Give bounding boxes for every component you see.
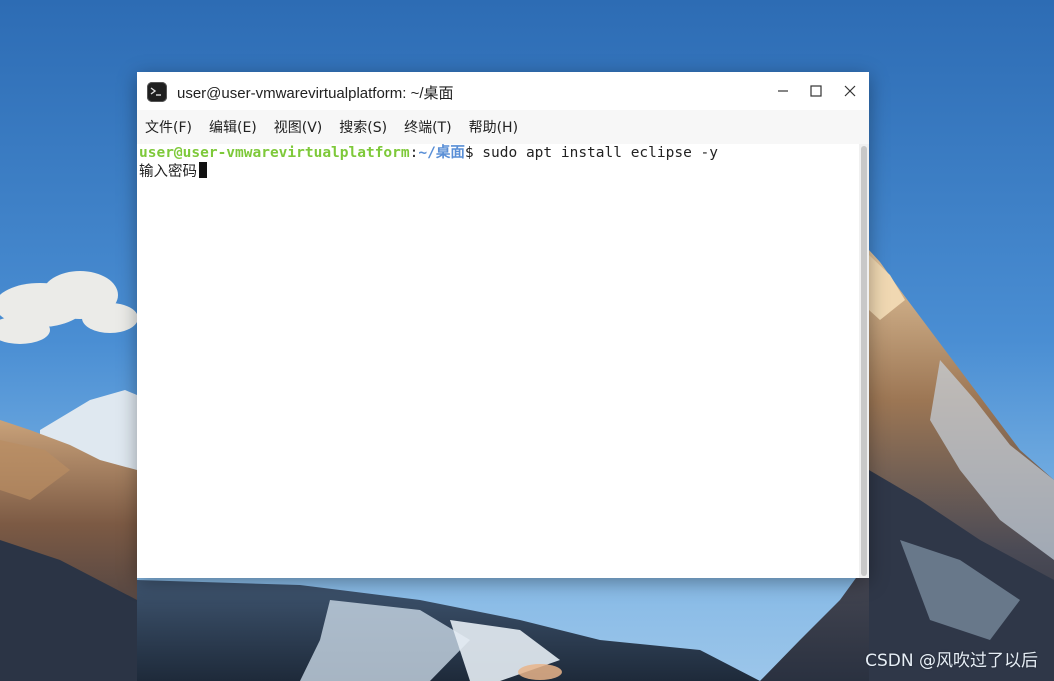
terminal-output[interactable]: user@user-vmwarevirtualplatform:~/桌面$ su…	[137, 144, 859, 578]
minimize-button[interactable]	[772, 80, 794, 102]
scrollbar-thumb[interactable]	[861, 146, 867, 576]
command-line: user@user-vmwarevirtualplatform:~/桌面$ su…	[139, 144, 859, 162]
close-icon	[844, 85, 856, 97]
password-line: 输入密码	[139, 162, 859, 180]
password-prompt: 输入密码	[139, 164, 197, 180]
terminal-window: user@user-vmwarevirtualplatform: ~/桌面 文件…	[137, 72, 869, 578]
maximize-button[interactable]	[805, 80, 827, 102]
prompt-path: ~/桌面	[418, 145, 465, 161]
maximize-icon	[810, 85, 822, 97]
prompt-user-host: user@user-vmwarevirtualplatform	[139, 145, 410, 161]
minimize-icon	[778, 90, 788, 92]
close-button[interactable]	[839, 80, 861, 102]
terminal-app-icon	[147, 82, 167, 102]
desktop: CSDN @风吹过了以后 user@user-vmwarevirtualplat…	[0, 0, 1054, 681]
menu-view[interactable]: 视图(V)	[274, 117, 323, 137]
menu-file[interactable]: 文件(F)	[145, 117, 192, 137]
menu-bar: 文件(F) 编辑(E) 视图(V) 搜索(S) 终端(T) 帮助(H)	[137, 110, 869, 144]
vertical-scrollbar[interactable]	[859, 144, 869, 578]
menu-terminal[interactable]: 终端(T)	[404, 117, 451, 137]
menu-help[interactable]: 帮助(H)	[469, 117, 518, 137]
menu-edit[interactable]: 编辑(E)	[209, 117, 257, 137]
text-cursor	[199, 162, 207, 178]
window-title: user@user-vmwarevirtualplatform: ~/桌面	[177, 85, 454, 102]
menu-search[interactable]: 搜索(S)	[339, 117, 387, 137]
prompt-symbol: $	[464, 145, 474, 161]
title-bar[interactable]: user@user-vmwarevirtualplatform: ~/桌面	[137, 72, 869, 110]
csdn-watermark: CSDN @风吹过了以后	[865, 651, 1038, 671]
command-text: sudo apt install eclipse -y	[473, 145, 718, 161]
